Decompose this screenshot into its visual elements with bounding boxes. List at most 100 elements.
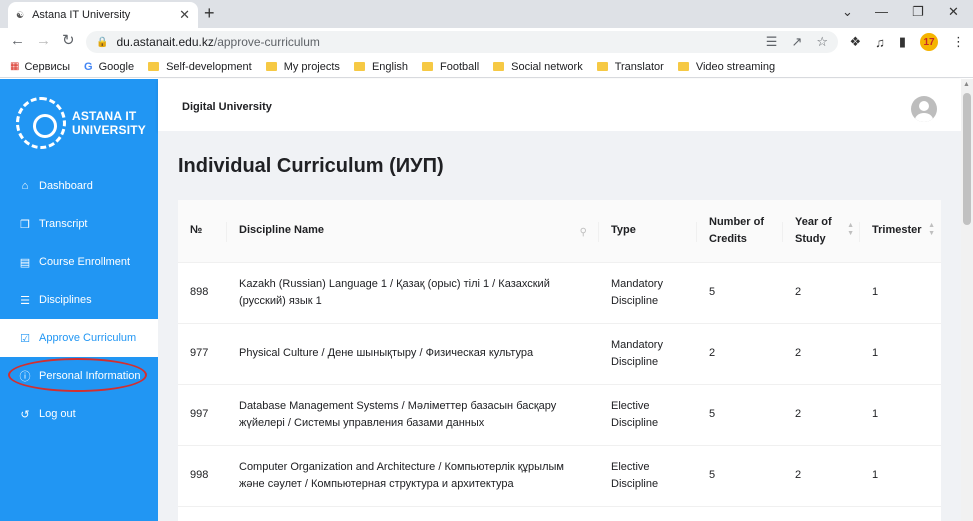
url-path: /approve-curriculum [213, 35, 320, 49]
cell-type: Elective Discipline [599, 445, 697, 507]
cell-year: 2 [783, 445, 860, 507]
column-header-number: № [178, 200, 227, 263]
folder-icon [265, 62, 277, 71]
aitu-logo-icon [16, 97, 66, 149]
app-header: Digital University [158, 79, 961, 131]
sidebar-item-disciplines[interactable]: ☰ Disciplines [0, 281, 158, 319]
bookmark-video-streaming[interactable]: Video streaming [677, 61, 775, 73]
user-avatar-icon[interactable] [911, 96, 937, 122]
folder-icon [422, 62, 434, 71]
table-row: 898 Kazakh (Russian) Language 1 / Қазақ … [178, 262, 941, 324]
back-icon[interactable]: ← [10, 33, 25, 49]
browser-tab[interactable]: ☯ Astana IT University ✕ [8, 2, 198, 28]
folder-icon [596, 62, 608, 71]
cell-year: 2 [783, 262, 860, 324]
app-sidebar: ASTANA IT UNIVERSITY ⌂ Dashboard ❐ Transcr… [0, 79, 158, 521]
reload-icon[interactable]: ↻ [62, 33, 75, 49]
home-icon: ⌂ [21, 180, 29, 192]
close-window-icon[interactable]: ✕ [948, 4, 959, 20]
cell-credits: 5 [697, 262, 783, 324]
extensions-puzzle-icon[interactable]: ❖ [849, 34, 861, 50]
bookmark-football[interactable]: Football [422, 61, 479, 73]
search-icon[interactable]: ⚲ [580, 224, 587, 241]
cell-year: 2 [783, 384, 860, 446]
minimize-icon[interactable]: — [875, 4, 888, 19]
cell-trimester: 1 [860, 323, 941, 385]
column-header-discipline-name: Discipline Name ⚲ [227, 200, 599, 263]
page-scrollbar[interactable]: ▲ [961, 79, 973, 521]
cell-trimester: 1 [860, 262, 941, 324]
sidebar-item-log-out[interactable]: ↺ Log out [0, 395, 158, 433]
page-title: Individual Curriculum (ИУП) [178, 155, 444, 177]
cell-credits: 2 [697, 323, 783, 385]
column-header-year[interactable]: Year of Study ▲ ▼ [783, 200, 860, 263]
cell-type: Elective Discipline [599, 384, 697, 446]
maximize-icon[interactable]: ❐ [912, 4, 924, 20]
annotation-highlight-ellipse [8, 358, 147, 392]
tab-search-icon[interactable]: ⌄ [842, 4, 853, 20]
bookmark-google[interactable]: G Google [84, 61, 134, 73]
cell-discipline-name: Physical Culture / Дене шынықтыру / Физи… [227, 323, 599, 385]
browser-tab-strip: ☯ Astana IT University ✕ + ⌄ — ❐ ✕ [0, 0, 973, 28]
browser-menu-icon[interactable]: ⋮ [952, 34, 965, 50]
copy-icon: ❐ [20, 218, 30, 231]
sidebar-item-approve-curriculum[interactable]: ☑ Approve Curriculum [0, 319, 158, 357]
browser-toolbar: ← → ↻ 🔒 du.astanait.edu.kz/approve-curri… [0, 28, 973, 56]
university-logo[interactable]: ASTANA IT UNIVERSITY [16, 92, 146, 154]
url-host: du.astanait.edu.kz [116, 35, 214, 49]
cell-number: 997 [178, 384, 227, 446]
tab-close-icon[interactable]: ✕ [179, 7, 190, 23]
cell-number: 977 [178, 323, 227, 385]
side-panel-icon[interactable]: ▮ [899, 34, 906, 50]
table-row: 977 Physical Culture / Дене шынықтыру / … [178, 323, 941, 385]
brand-title: Digital University [182, 101, 272, 113]
main-content: Individual Curriculum (ИУП) № Discipline… [158, 131, 961, 521]
profile-extension-icon[interactable]: 17 [920, 33, 938, 51]
cell-discipline-name: Database Management Systems / Мәліметтер… [227, 384, 599, 446]
bookmark-english[interactable]: English [353, 61, 408, 73]
apps-grid-icon: ▦ [10, 61, 20, 72]
translate-icon[interactable]: ☰ [766, 34, 778, 50]
scroll-up-arrow-icon[interactable]: ▲ [963, 81, 970, 88]
list-icon: ☰ [20, 294, 30, 307]
bookmark-star-icon[interactable]: ☆ [816, 34, 828, 50]
media-control-icon[interactable]: ♫ [875, 35, 885, 50]
cell-number: 898 [178, 262, 227, 324]
cell-type: Mandatory Discipline [599, 323, 697, 385]
table-header-row: № Discipline Name ⚲ Type Number of Credit… [178, 200, 941, 263]
new-tab-icon[interactable]: + [204, 4, 215, 22]
forward-icon[interactable]: → [36, 33, 51, 49]
sidebar-item-dashboard[interactable]: ⌂ Dashboard [0, 167, 158, 205]
google-g-icon: G [84, 60, 93, 73]
folder-icon [353, 62, 365, 71]
sidebar-item-course-enrollment[interactable]: ▤ Course Enrollment [0, 243, 158, 281]
bookmark-social-network[interactable]: Social network [493, 61, 583, 73]
bookmarks-bar: ▦ Сервисы G Google Self-development My pro… [0, 56, 973, 78]
sidebar-nav: ⌂ Dashboard ❐ Transcript ▤ Course Enrollmen… [0, 167, 158, 433]
logout-icon: ↺ [20, 408, 30, 421]
bookmark-translator[interactable]: Translator [596, 61, 664, 73]
check-square-icon: ☑ [20, 332, 30, 345]
folder-icon [493, 62, 505, 71]
sidebar-item-transcript[interactable]: ❐ Transcript [0, 205, 158, 243]
cell-discipline-name: Kazakh (Russian) Language 1 / Қазақ (оры… [227, 262, 599, 324]
bookmark-my-projects[interactable]: My projects [265, 61, 340, 73]
aitu-favicon-icon: ☯ [16, 9, 25, 20]
folder-icon [677, 62, 689, 71]
bookmark-services[interactable]: ▦ Сервисы [10, 61, 70, 73]
column-header-trimester[interactable]: Trimester ▲ ▼ [860, 200, 941, 263]
cell-trimester: 1 [860, 445, 941, 507]
cell-credits: 5 [697, 384, 783, 446]
cell-type: Mandatory Discipline [599, 262, 697, 324]
bookmark-self-development[interactable]: Self-development [148, 61, 252, 73]
address-bar[interactable]: 🔒 du.astanait.edu.kz/approve-curriculum … [86, 31, 838, 53]
lock-icon[interactable]: 🔒 [96, 37, 108, 48]
cell-number: 998 [178, 445, 227, 507]
cell-trimester: 1 [860, 384, 941, 446]
curriculum-table-card: № Discipline Name ⚲ Type Number of Credit… [178, 200, 941, 521]
sort-icon[interactable]: ▲ ▼ [928, 222, 935, 238]
share-icon[interactable]: ↗ [791, 34, 802, 50]
scrollbar-thumb[interactable] [963, 93, 971, 225]
sort-icon[interactable]: ▲ ▼ [847, 222, 854, 238]
column-header-type: Type [599, 200, 697, 263]
